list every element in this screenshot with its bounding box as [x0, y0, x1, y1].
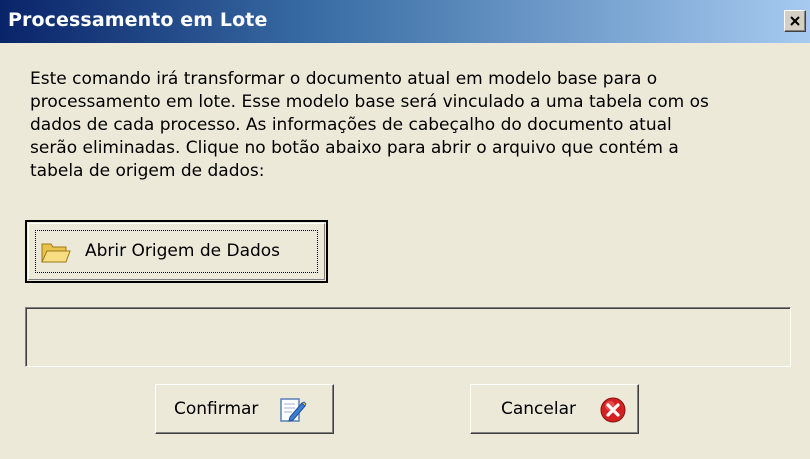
cancel-label: Cancelar [501, 399, 576, 419]
open-data-source-label: Abrir Origem de Dados [85, 241, 281, 261]
close-icon [790, 16, 800, 26]
open-data-source-button[interactable]: Abrir Origem de Dados [25, 220, 328, 283]
title-bar[interactable]: Processamento em Lote [0, 0, 810, 43]
close-button[interactable] [784, 10, 806, 32]
confirm-button[interactable]: Confirmar [155, 384, 334, 434]
cancel-icon [600, 397, 626, 423]
cancel-button[interactable]: Cancelar [470, 384, 639, 434]
confirm-label: Confirmar [174, 399, 259, 419]
batch-processing-dialog: Processamento em Lote Este comando irá t… [0, 0, 810, 459]
folder-icon [41, 243, 71, 263]
instruction-text: Este comando irá transformar o documento… [30, 69, 709, 181]
data-source-path-field [25, 307, 791, 367]
dialog-title: Processamento em Lote [8, 9, 268, 31]
edit-document-icon [280, 398, 307, 422]
